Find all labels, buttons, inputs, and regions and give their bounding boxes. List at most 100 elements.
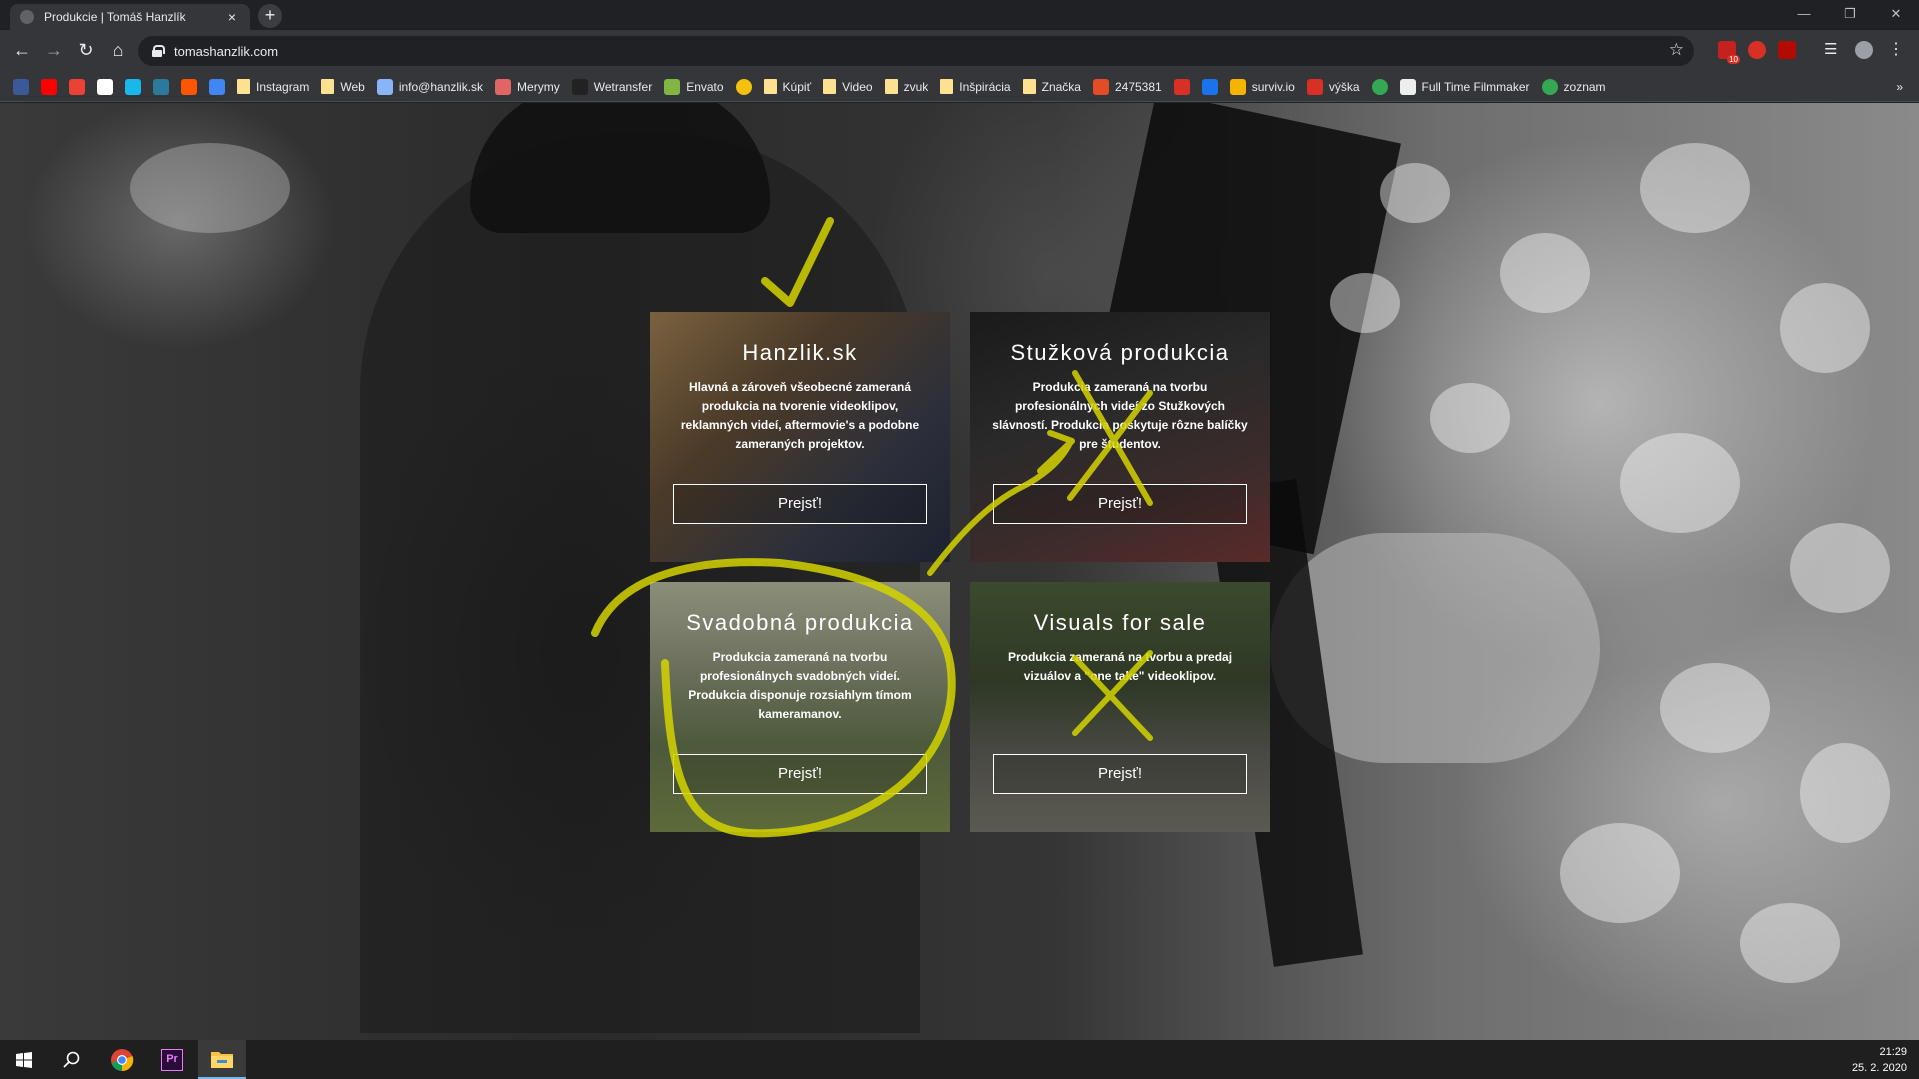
bookmark-item[interactable] — [153, 78, 169, 95]
translate-icon — [209, 78, 225, 95]
youtube-icon — [41, 78, 57, 95]
new-tab-button[interactable]: + — [258, 4, 282, 28]
pdf-icon[interactable] — [1778, 41, 1796, 59]
bookmark-label: Instagram — [256, 79, 310, 94]
bookmark-item[interactable]: 2475381 — [1092, 78, 1162, 95]
bokeh — [1500, 233, 1590, 313]
bookmark-item[interactable] — [1173, 78, 1190, 95]
go-button[interactable]: Prejsť! — [993, 484, 1247, 524]
background-cap — [470, 103, 770, 233]
bookmark-item[interactable]: Merymy — [495, 78, 560, 95]
bookmark-item[interactable] — [41, 78, 57, 95]
production-cards-grid: Hanzlik.sk Hlavná a zároveň všeobecné za… — [650, 312, 1270, 835]
bookmark-label: Web — [340, 79, 365, 94]
chrome-icon[interactable] — [98, 1040, 146, 1079]
bookmark-label: 2475381 — [1114, 79, 1162, 94]
search-icon[interactable] — [48, 1040, 96, 1079]
bookmark-item[interactable] — [209, 78, 225, 95]
bookmark-item[interactable]: Kúpiť — [763, 79, 812, 94]
wetransfer-icon — [571, 78, 588, 95]
card-description: Hlavná a zároveň všeobecné zameraná prod… — [680, 380, 920, 451]
url-text: tomashanzlik.com — [174, 43, 279, 59]
bokeh — [1740, 903, 1840, 983]
folder-icon — [763, 79, 777, 94]
bookmark-item[interactable]: zoznam — [1541, 78, 1606, 95]
tab-title: Produkcie | Tomáš Hanzlík — [44, 10, 186, 24]
browser-tab[interactable]: Produkcie | Tomáš Hanzlík × — [10, 4, 250, 30]
bookmark-item[interactable]: Instagram — [237, 79, 309, 94]
bookmark-item[interactable]: Envato — [664, 78, 724, 95]
app-icon — [153, 78, 169, 95]
bookmark-item[interactable] — [735, 78, 752, 95]
card-title: Stužková produkcia — [1010, 340, 1230, 365]
bokeh — [1800, 743, 1890, 843]
close-window-button[interactable]: ✕ — [1873, 0, 1919, 30]
mail-badge-icon[interactable]: 10 — [1718, 41, 1740, 64]
bookmark-item[interactable] — [97, 78, 113, 95]
star-icon[interactable]: ☆ — [1669, 40, 1684, 60]
bookmark-item[interactable]: Video — [823, 79, 873, 94]
go-button[interactable]: Prejsť! — [993, 754, 1247, 794]
bookmark-item[interactable] — [1371, 78, 1388, 95]
home-icon[interactable]: ⌂ — [106, 39, 130, 63]
badge-count: 10 — [1727, 55, 1740, 64]
bookmark-item[interactable] — [181, 78, 197, 95]
go-button[interactable]: Prejsť! — [673, 484, 927, 524]
lock-app-icon — [1173, 78, 1190, 95]
lock-icon — [152, 45, 165, 57]
bookmark-label: Video — [842, 79, 873, 94]
globe-icon — [20, 10, 34, 24]
close-tab-icon[interactable]: × — [224, 9, 240, 25]
bookmark-item[interactable]: Web — [321, 79, 365, 94]
bookmark-item[interactable]: surviv.io — [1229, 78, 1295, 95]
bookmark-label: Kúpiť — [782, 79, 812, 94]
more-bookmarks-icon[interactable]: » — [1896, 80, 1903, 94]
reload-icon[interactable]: ↻ — [74, 39, 98, 63]
bookmark-item[interactable]: Značka — [1022, 79, 1081, 94]
bookmark-label: zoznam — [1563, 79, 1606, 94]
folder-icon — [940, 79, 954, 94]
bookmark-label: výška — [1328, 79, 1360, 94]
card-title: Svadobná produkcia — [686, 610, 914, 635]
forward-arrow-icon[interactable]: → — [42, 39, 66, 63]
clock-date: 25. 2. 2020 — [1851, 1062, 1907, 1074]
bookmark-item[interactable] — [69, 78, 85, 95]
windows-taskbar: Pr 21:29 25. 2. 2020 — [0, 1040, 1919, 1079]
bookmark-item[interactable]: výška — [1306, 78, 1360, 95]
phone-icon — [1092, 78, 1109, 95]
windows-start-icon[interactable] — [0, 1040, 48, 1079]
vimeo-icon — [125, 78, 141, 95]
folder-icon — [1022, 79, 1036, 94]
bookmark-item[interactable]: info@hanzlik.sk — [376, 78, 483, 95]
back-arrow-icon[interactable]: ← — [10, 39, 34, 63]
restore-button[interactable]: ❐ — [1827, 0, 1873, 30]
merymy-icon — [495, 78, 512, 95]
folder-icon — [823, 79, 837, 94]
file-explorer-icon[interactable] — [198, 1040, 246, 1079]
premiere-icon[interactable]: Pr — [148, 1040, 196, 1079]
playlist-icon[interactable]: ☰ — [1824, 41, 1842, 59]
minimize-button[interactable]: — — [1781, 0, 1827, 30]
card-hanzlik: Hanzlik.sk Hlavná a zároveň všeobecné za… — [650, 312, 950, 562]
go-button[interactable]: Prejsť! — [673, 754, 927, 794]
bookmark-item[interactable]: Inšpirácia — [940, 79, 1011, 94]
menu-icon[interactable]: ⋮ — [1888, 41, 1906, 59]
bookmark-item[interactable] — [125, 78, 141, 95]
bookmark-item[interactable] — [13, 78, 29, 95]
address-bar[interactable]: tomashanzlik.com ☆ — [138, 36, 1694, 66]
zoznam-icon — [1541, 78, 1558, 95]
card-description: Produkcia zameraná na tvorbu a predaj vi… — [1007, 650, 1233, 683]
bookmark-item[interactable]: Wetransfer — [571, 78, 653, 95]
bookmark-item[interactable]: zvuk — [884, 79, 928, 94]
avatar[interactable] — [1855, 41, 1873, 59]
bookmark-item[interactable] — [1201, 78, 1218, 95]
bookmark-item[interactable]: Full Time Filmmaker — [1399, 78, 1530, 95]
adblock-icon[interactable] — [1748, 41, 1766, 59]
bookmark-label: Wetransfer — [593, 79, 653, 94]
bookmark-label: Merymy — [517, 79, 560, 94]
system-clock[interactable]: 21:29 25. 2. 2020 — [1852, 1044, 1907, 1076]
bookmark-label: Full Time Filmmaker — [1421, 79, 1530, 94]
bookmark-label: Inšpirácia — [959, 79, 1011, 94]
browser-toolbar: ← → ↻ ⌂ tomashanzlik.com ☆ 10 ☰ ⋮ — [0, 30, 1919, 72]
card-description: Produkcia zameraná na tvorbu profesionál… — [688, 650, 912, 721]
